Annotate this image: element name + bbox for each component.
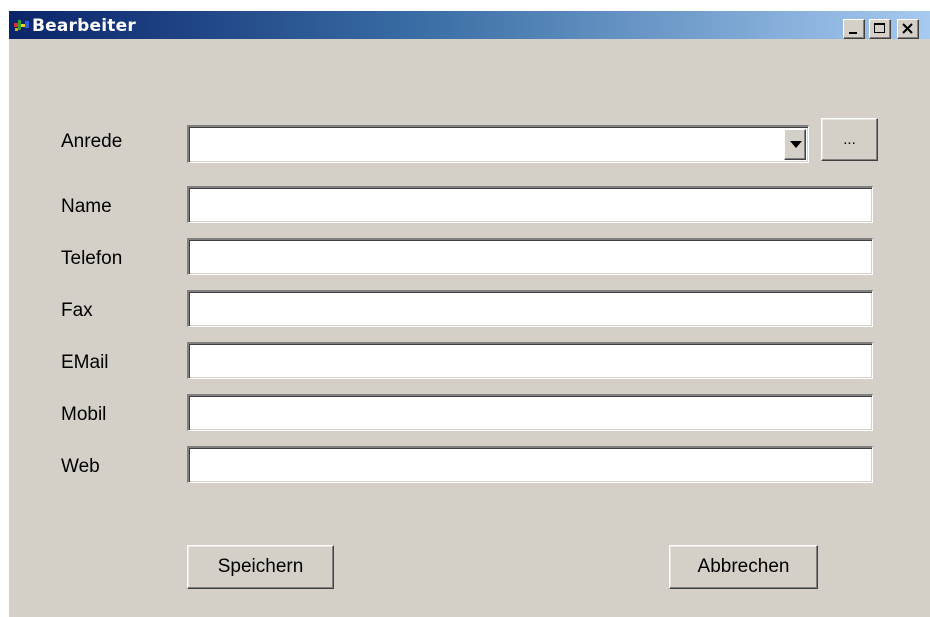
email-label: EMail	[61, 352, 109, 373]
bearbeiter-window: Bearbeiter Anrede ... Name Telefon Fax E…	[8, 10, 930, 617]
maximize-icon	[874, 23, 885, 33]
window-title: Bearbeiter	[32, 16, 136, 36]
mobil-field[interactable]	[187, 394, 873, 431]
cancel-button[interactable]: Abbrechen	[669, 545, 818, 589]
chevron-down-icon	[790, 141, 802, 148]
web-field[interactable]	[187, 446, 873, 483]
anrede-dropdown-button[interactable]	[784, 129, 806, 160]
minimize-button[interactable]	[843, 19, 865, 39]
save-button[interactable]: Speichern	[187, 545, 334, 589]
fax-field[interactable]	[187, 290, 873, 327]
title-bar[interactable]: Bearbeiter	[9, 11, 930, 39]
name-field[interactable]	[187, 186, 873, 223]
close-button[interactable]	[897, 19, 919, 39]
telefon-label: Telefon	[61, 248, 123, 269]
anrede-browse-button[interactable]: ...	[821, 118, 878, 161]
mobil-label: Mobil	[61, 404, 107, 425]
minimize-icon	[849, 32, 857, 34]
web-label: Web	[61, 456, 100, 477]
maximize-button[interactable]	[869, 19, 891, 39]
telefon-field[interactable]	[187, 238, 873, 275]
fax-label: Fax	[61, 300, 93, 321]
anrede-combobox[interactable]	[187, 125, 809, 163]
email-field[interactable]	[187, 342, 873, 379]
close-icon	[902, 23, 913, 34]
anrede-label: Anrede	[61, 131, 123, 152]
name-label: Name	[61, 196, 112, 217]
app-icon	[14, 18, 30, 32]
